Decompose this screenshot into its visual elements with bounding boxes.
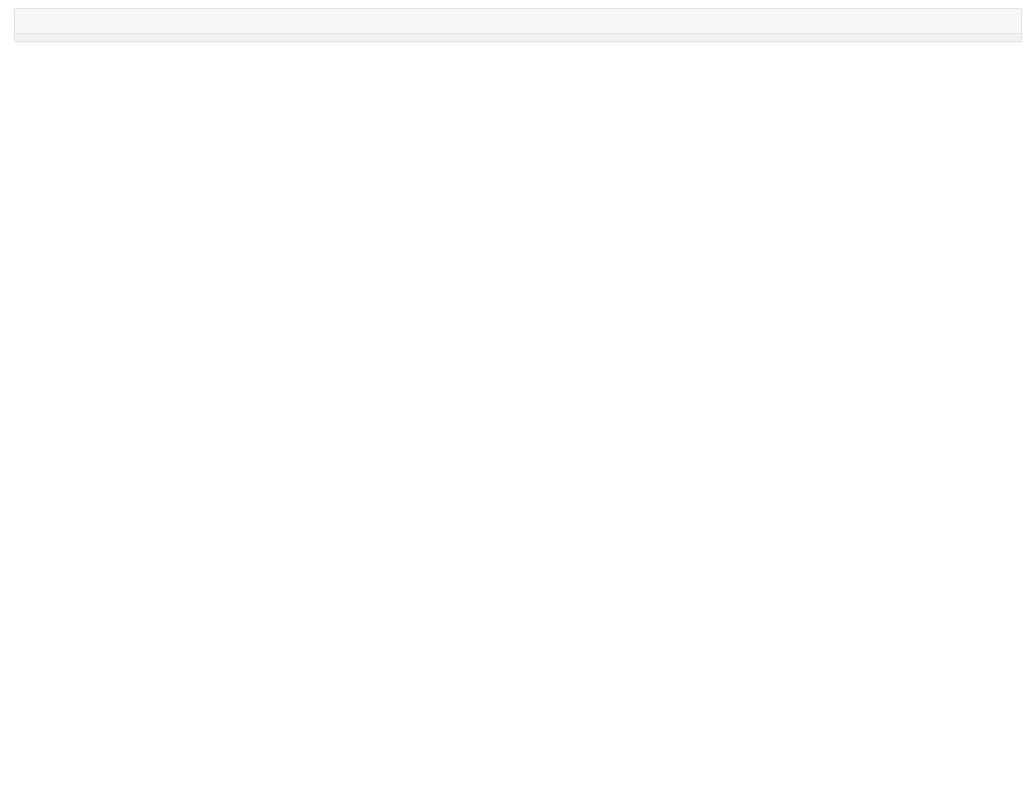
notebook-code-cell[interactable] [14,8,1022,42]
code-editor[interactable] [15,9,1021,33]
execution-status-bar [15,33,1021,41]
matplotlib-figure-output [0,500,1036,788]
